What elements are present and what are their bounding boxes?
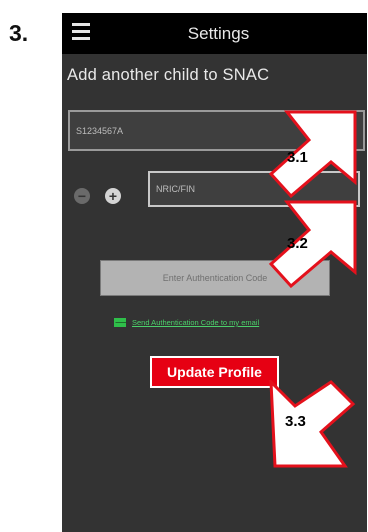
email-link-label: Send Authentication Code to my email — [132, 318, 260, 327]
callout-arrow-3-1: 3.1 — [268, 110, 357, 198]
minus-circle-icon[interactable]: − — [74, 188, 90, 204]
section-heading: Add another child to SNAC — [67, 66, 270, 84]
step-number: 3. — [9, 20, 29, 46]
update-profile-button[interactable]: Update Profile — [150, 356, 279, 388]
callout-label-3-2: 3.2 — [287, 235, 308, 252]
email-icon — [114, 318, 126, 327]
callout-label-3-3: 3.3 — [285, 413, 306, 430]
callout-arrow-3-2: 3.2 — [268, 200, 357, 288]
plus-circle-icon[interactable]: + — [105, 188, 121, 204]
callout-label-3-1: 3.1 — [287, 149, 308, 166]
send-code-email-link[interactable]: Send Authentication Code to my email — [114, 318, 259, 327]
callout-arrow-3-3: 3.3 — [269, 380, 356, 468]
top-bar: Settings — [62, 13, 367, 54]
page-title: Settings — [187, 24, 250, 43]
